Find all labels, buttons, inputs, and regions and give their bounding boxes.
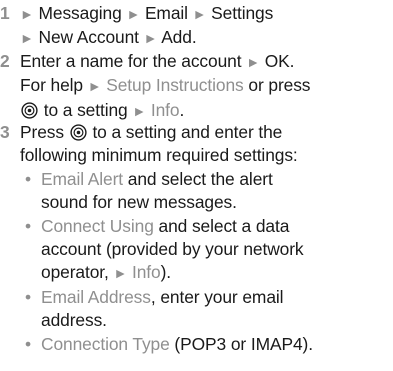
list-item-text: (POP3 or IMAP4). <box>169 333 313 354</box>
step-3-line-1: Press to a setting and enter the <box>20 121 392 144</box>
settings-list: • Email Alert and select the alert sound… <box>20 168 392 356</box>
arrow-icon: ► <box>192 6 207 22</box>
list-item-text: sound for new messages. <box>41 192 237 213</box>
step-3-line-2: following minimum required settings: <box>20 145 298 166</box>
arrow-icon: ► <box>20 6 34 22</box>
instruction-document: 1 ► Messaging ► Email ► Settings ► New A… <box>0 0 393 371</box>
list-item: • Connection Type (POP3 or IMAP4). <box>20 333 392 356</box>
period: . <box>191 27 197 48</box>
menu-settings: Settings <box>211 3 274 23</box>
info-label: Info <box>131 262 161 283</box>
or-press-text: or press <box>243 75 311 96</box>
setup-instructions-label: Setup Instructions <box>106 75 244 96</box>
step-3-rest: to a setting and enter the <box>92 122 283 142</box>
step-2-intro: Enter a name for the account <box>20 51 242 71</box>
list-item: • Connect Using and select a data accoun… <box>20 215 392 286</box>
bullet-icon: • <box>25 215 31 236</box>
period: . <box>289 51 295 71</box>
arrow-icon: ► <box>126 6 141 22</box>
step-3-text: Press to a setting and enter the followi… <box>20 121 392 356</box>
bullet-icon: • <box>25 286 31 307</box>
bullet-icon: • <box>25 333 31 354</box>
arrow-icon: ► <box>87 78 102 95</box>
navigation-key-icon <box>21 102 38 119</box>
menu-add: Add <box>161 27 192 48</box>
for-help-text: For help <box>20 75 83 96</box>
list-item-text: operator, <box>41 262 114 283</box>
navigation-key-icon <box>70 124 87 141</box>
list-item-text: and select a data <box>153 215 290 236</box>
step-number: 3 <box>0 122 10 142</box>
softkey-ok: OK <box>264 51 290 71</box>
setting-connection-type: Connection Type <box>41 333 170 354</box>
step-2-line-1: Enter a name for the account ► OK. <box>20 50 392 74</box>
arrow-icon: ► <box>113 265 128 282</box>
setting-email-alert: Email Alert <box>41 168 124 189</box>
bullet-icon: • <box>25 168 31 189</box>
step-number: 1 <box>0 3 10 23</box>
step-2-line-2: For help ► Setup Instructions or press <box>20 74 392 98</box>
list-item: • Email Alert and select the alert sound… <box>20 168 392 215</box>
period: . <box>179 99 185 120</box>
step-1-line-2: ► New Account ► Add. <box>20 26 392 50</box>
info-label: Info <box>150 99 180 120</box>
arrow-icon: ► <box>246 54 260 70</box>
arrow-icon: ► <box>132 102 147 119</box>
step-number: 2 <box>0 51 10 71</box>
list-item-text: account (provided by your network <box>41 239 304 260</box>
list-item-text: , enter your email <box>150 286 284 307</box>
to-a-setting-text: to a setting <box>43 99 128 120</box>
list-item: • Email Address, enter your email addres… <box>20 286 392 333</box>
setting-email-address: Email Address <box>41 286 151 307</box>
menu-new-account: New Account <box>38 27 140 48</box>
setting-connect-using: Connect Using <box>41 215 154 236</box>
step-1-text: ► Messaging ► Email ► Settings ► New Acc… <box>20 2 392 51</box>
step-2-line-3: to a setting ► Info. <box>20 99 392 123</box>
menu-messaging: Messaging <box>38 3 122 23</box>
list-item-text: address. <box>41 310 107 331</box>
list-item-text: ). <box>160 262 172 283</box>
menu-email: Email <box>144 3 188 23</box>
arrow-icon: ► <box>143 30 158 47</box>
arrow-icon: ► <box>20 30 34 47</box>
step-1-line-1: ► Messaging ► Email ► Settings <box>20 2 392 26</box>
step-2-text: Enter a name for the account ► OK. For h… <box>20 50 392 123</box>
list-item-text: and select the alert <box>123 168 273 189</box>
press-text: Press <box>20 122 64 142</box>
